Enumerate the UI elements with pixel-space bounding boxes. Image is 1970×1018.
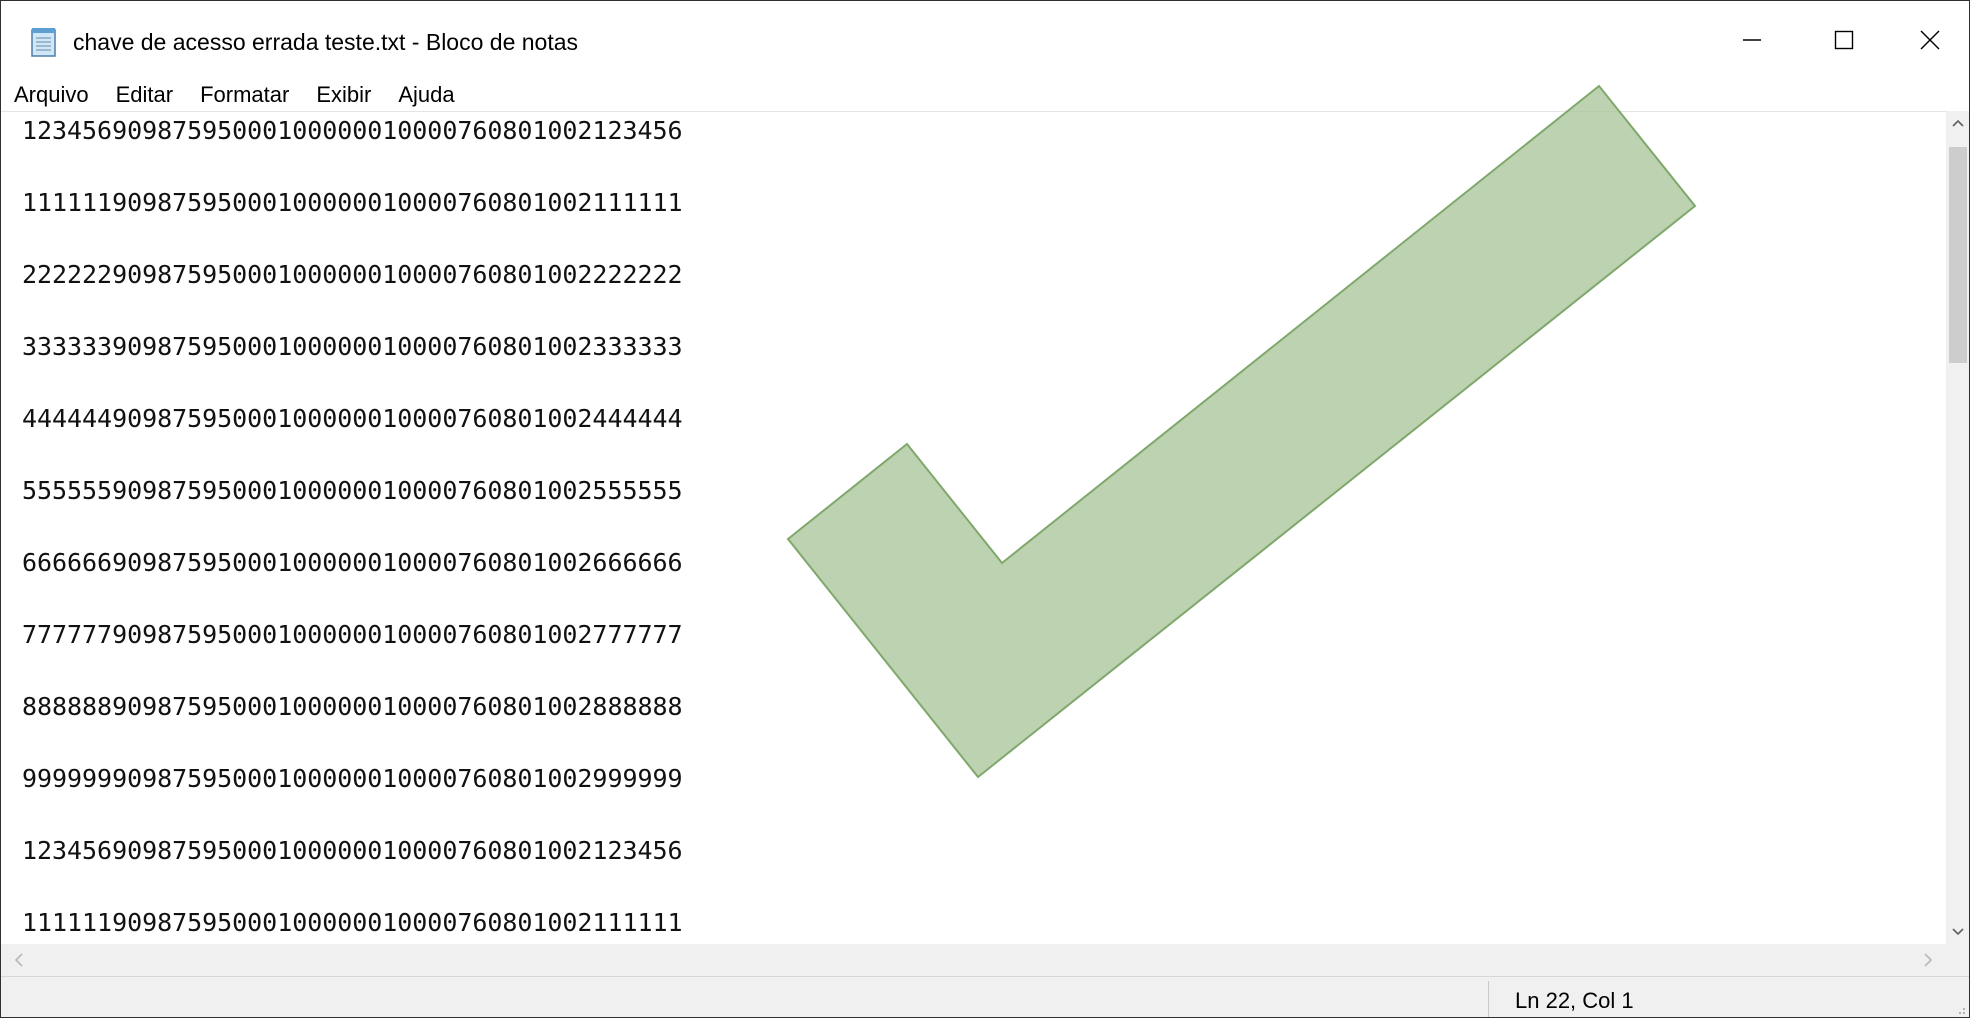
text-line[interactable]: 3333339098759500010000001000076080100233… — [22, 328, 683, 400]
status-bar: Ln 22, Col 1 — [1, 976, 1969, 1017]
close-button[interactable] — [1890, 1, 1969, 79]
horizontal-scrollbar[interactable] — [1, 944, 1946, 976]
text-line[interactable]: 6666669098759500010000001000076080100266… — [22, 544, 683, 616]
menu-formatar[interactable]: Formatar — [186, 81, 302, 109]
scroll-down-button[interactable] — [1946, 920, 1969, 944]
notepad-window: chave de acesso errada teste.txt - Bloco… — [0, 0, 1970, 1018]
menu-editar[interactable]: Editar — [102, 81, 186, 109]
chevron-up-icon — [1952, 119, 1964, 127]
text-line[interactable]: 1111119098759500010000001000076080100211… — [22, 904, 683, 945]
title-bar[interactable]: chave de acesso errada teste.txt - Bloco… — [1, 1, 1969, 79]
chevron-left-icon — [14, 953, 23, 967]
close-icon — [1920, 30, 1940, 50]
text-line[interactable]: 1234569098759500010000001000076080100212… — [22, 832, 683, 904]
window-title: chave de acesso errada teste.txt - Bloco… — [73, 29, 579, 55]
menu-exibir[interactable]: Exibir — [302, 81, 384, 109]
text-lines: 1234569098759500010000001000076080100212… — [22, 112, 683, 945]
text-line[interactable]: 1111119098759500010000001000076080100211… — [22, 184, 683, 256]
menu-ajuda[interactable]: Ajuda — [384, 81, 467, 109]
scroll-left-button[interactable] — [7, 944, 31, 976]
text-line[interactable]: 5555559098759500010000001000076080100255… — [22, 472, 683, 544]
resize-grip-icon[interactable] — [1954, 1003, 1966, 1015]
text-line[interactable]: 9999999098759500010000001000076080100299… — [22, 760, 683, 832]
chevron-down-icon — [1952, 928, 1964, 936]
chevron-right-icon — [1924, 953, 1933, 967]
scroll-up-button[interactable] — [1946, 111, 1969, 135]
text-line[interactable]: 1234569098759500010000001000076080100212… — [22, 112, 683, 184]
text-line[interactable]: 4444449098759500010000001000076080100244… — [22, 400, 683, 472]
text-line[interactable]: 8888889098759500010000001000076080100288… — [22, 688, 683, 760]
cursor-position: Ln 22, Col 1 — [1515, 988, 1634, 1013]
maximize-button[interactable] — [1798, 1, 1890, 79]
status-divider — [1488, 981, 1489, 1017]
maximize-icon — [1834, 30, 1854, 50]
vertical-scroll-thumb[interactable] — [1949, 147, 1967, 363]
minimize-icon — [1743, 39, 1761, 41]
scrollbar-corner — [1946, 944, 1969, 976]
text-line[interactable]: 2222229098759500010000001000076080100222… — [22, 256, 683, 328]
menu-arquivo[interactable]: Arquivo — [1, 81, 102, 109]
notepad-icon — [31, 28, 56, 57]
scroll-right-button[interactable] — [1916, 944, 1940, 976]
minimize-button[interactable] — [1706, 1, 1798, 79]
menu-bar: Arquivo Editar Formatar Exibir Ajuda — [1, 79, 1969, 111]
vertical-scrollbar[interactable] — [1946, 111, 1969, 944]
text-line[interactable]: 7777779098759500010000001000076080100277… — [22, 616, 683, 688]
text-editor[interactable]: 1234569098759500010000001000076080100212… — [1, 111, 1946, 945]
